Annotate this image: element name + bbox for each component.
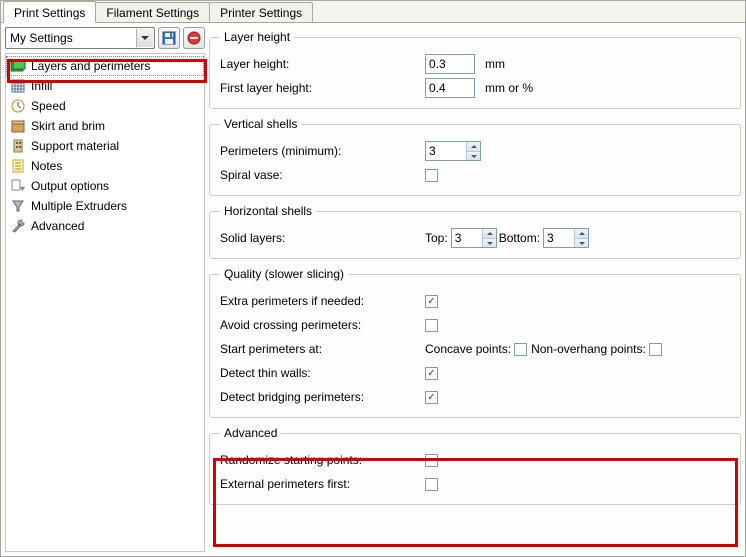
preset-label: My Settings [10,31,73,45]
group-legend: Advanced [220,426,281,440]
sidebar-item-infill[interactable]: Infill [6,76,204,96]
disk-icon [162,31,176,45]
note-icon [10,158,26,174]
concave-checkbox[interactable] [514,343,527,356]
nonoverhang-label: Non-overhang points: [531,342,646,356]
layer-height-unit: mm [485,57,505,71]
spiral-vase-checkbox[interactable] [425,169,438,182]
sidebar-item-label: Layers and perimeters [31,59,150,73]
wrench-icon [10,218,26,234]
randomize-label: Randomize starting points: [220,453,425,467]
delete-icon [187,31,201,45]
thin-walls-label: Detect thin walls: [220,366,425,380]
top-label: Top: [425,231,448,245]
avoid-crossing-label: Avoid crossing perimeters: [220,318,425,332]
perimeters-label: Perimeters (minimum): [220,144,425,158]
group-layer-height: Layer height Layer height: 0.3 mm First … [209,30,741,109]
sidebar-item-extruders[interactable]: Multiple Extruders [6,196,204,216]
extra-perimeters-label: Extra perimeters if needed: [220,294,425,308]
sidebar-item-label: Speed [31,99,66,113]
layer-height-input[interactable]: 0.3 [425,54,475,74]
randomize-checkbox[interactable] [425,454,438,467]
bridging-checkbox[interactable]: ✓ [425,391,438,404]
group-horizontal-shells: Horizontal shells Solid layers: Top: 3 B… [209,204,741,259]
group-legend: Vertical shells [220,117,301,131]
sidebar-item-label: Multiple Extruders [31,199,127,213]
group-legend: Layer height [220,30,294,44]
top-layers-spinner[interactable]: 3 [451,228,497,248]
perimeters-spinner[interactable]: 3 [425,141,481,161]
preset-select[interactable]: My Settings [5,27,155,49]
sidebar-item-label: Skirt and brim [31,119,105,133]
tab-filament-settings[interactable]: Filament Settings [95,2,210,22]
group-legend: Quality (slower slicing) [220,267,348,281]
start-perimeters-label: Start perimeters at: [220,342,425,356]
avoid-crossing-checkbox[interactable] [425,319,438,332]
box-icon [10,118,26,134]
sidebar-item-label: Infill [31,79,52,93]
group-advanced: Advanced Randomize starting points: Exte… [209,426,741,505]
concave-label: Concave points: [425,342,511,356]
funnel-icon [10,198,26,214]
nonoverhang-checkbox[interactable] [649,343,662,356]
sidebar-item-label: Advanced [31,219,84,233]
first-layer-height-input[interactable]: 0.4 [425,78,475,98]
tab-printer-settings[interactable]: Printer Settings [209,2,313,22]
layers-icon [10,58,26,74]
group-legend: Horizontal shells [220,204,316,218]
sidebar-item-notes[interactable]: Notes [6,156,204,176]
thin-walls-checkbox[interactable]: ✓ [425,367,438,380]
extra-perimeters-checkbox[interactable]: ✓ [425,295,438,308]
building-icon [10,138,26,154]
sidebar-item-advanced[interactable]: Advanced [6,216,204,236]
external-first-label: External perimeters first: [220,477,425,491]
group-vertical-shells: Vertical shells Perimeters (minimum): 3 … [209,117,741,196]
first-layer-height-label: First layer height: [220,81,425,95]
external-first-checkbox[interactable] [425,478,438,491]
bottom-layers-spinner[interactable]: 3 [543,228,589,248]
spiral-vase-label: Spiral vase: [220,168,425,182]
infill-icon [10,78,26,94]
save-preset-button[interactable] [158,27,180,49]
sidebar-nav: Layers and perimeters Infill Speed [5,53,205,552]
sidebar-item-label: Output options [31,179,109,193]
clock-icon [10,98,26,114]
main-tabs: Print Settings Filament Settings Printer… [1,1,745,23]
group-quality: Quality (slower slicing) Extra perimeter… [209,267,741,418]
first-layer-height-unit: mm or % [485,81,533,95]
layer-height-label: Layer height: [220,57,425,71]
sidebar-item-output[interactable]: Output options [6,176,204,196]
bottom-label: Bottom: [499,231,540,245]
sidebar-item-skirt[interactable]: Skirt and brim [6,116,204,136]
sidebar-item-label: Notes [31,159,62,173]
sidebar-item-support[interactable]: Support material [6,136,204,156]
settings-panel: Layer height Layer height: 0.3 mm First … [209,27,741,552]
output-icon [10,178,26,194]
tab-print-settings[interactable]: Print Settings [3,1,96,23]
sidebar-item-label: Support material [31,139,119,153]
sidebar-item-speed[interactable]: Speed [6,96,204,116]
delete-preset-button[interactable] [183,27,205,49]
bridging-label: Detect bridging perimeters: [220,390,425,404]
solid-layers-label: Solid layers: [220,231,425,245]
sidebar-item-layers[interactable]: Layers and perimeters [6,56,204,76]
